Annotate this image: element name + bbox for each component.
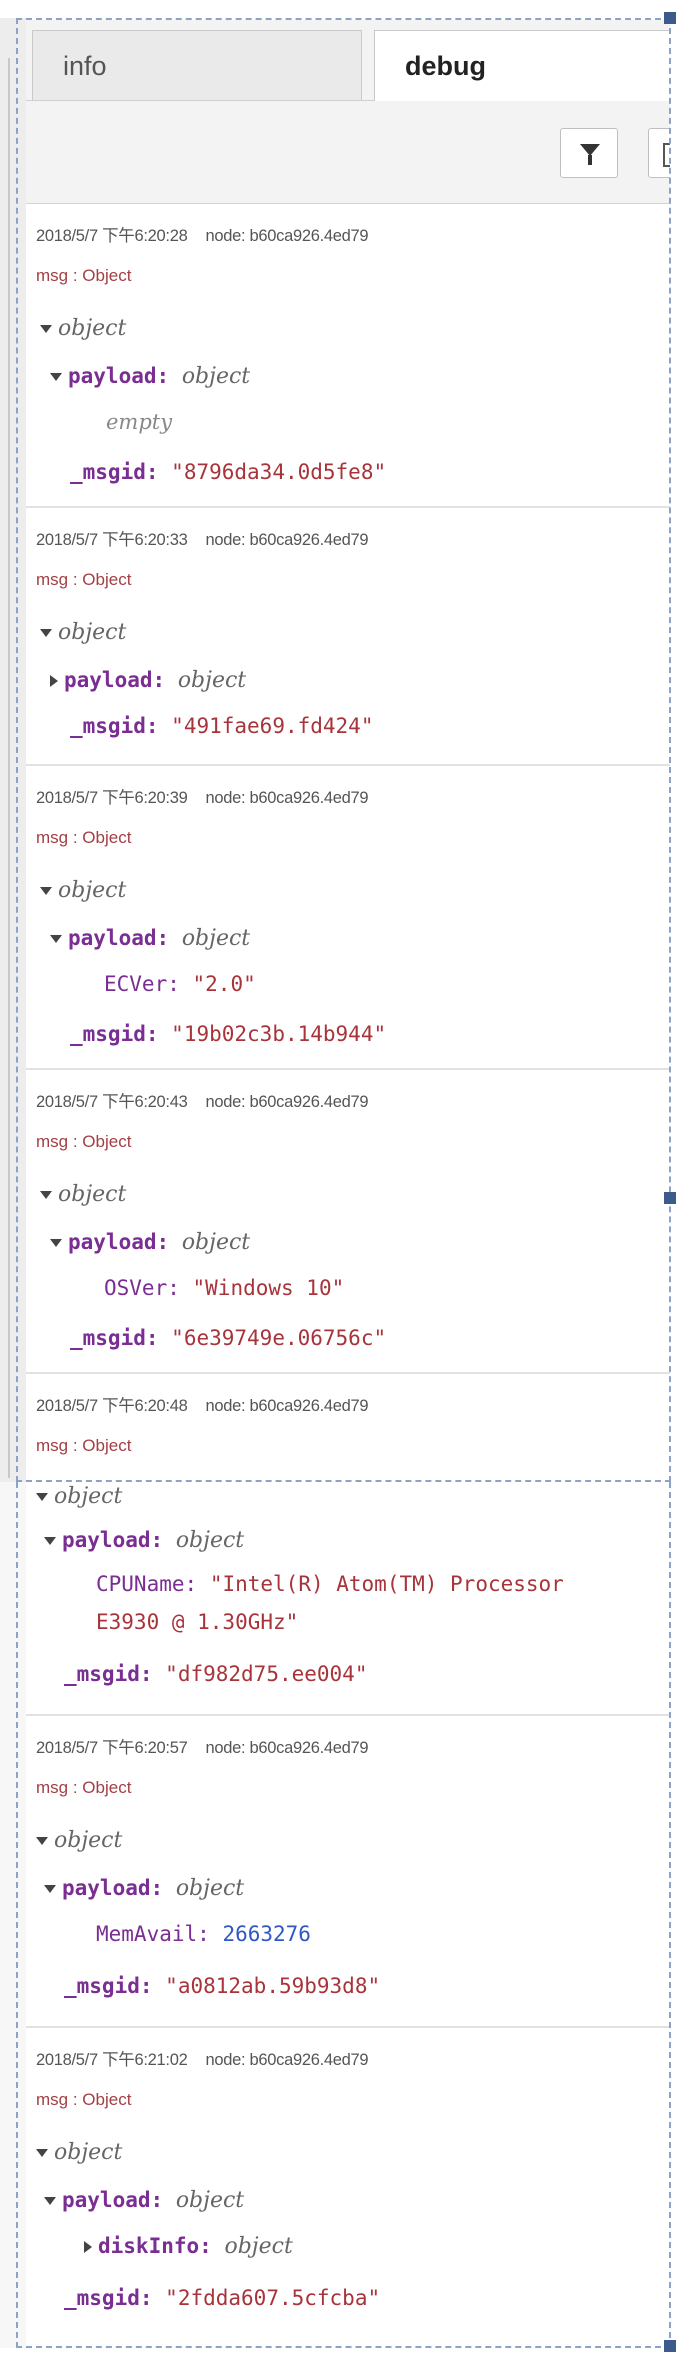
resize-handle-middle-right[interactable] [664, 1192, 676, 1204]
strip-divider [8, 58, 10, 1478]
selection-frame-bottom [16, 1482, 671, 2348]
selection-frame-top [16, 18, 671, 1482]
resize-handle-bottom-right[interactable] [664, 2340, 676, 2352]
resize-handle-top-right[interactable] [664, 12, 676, 24]
